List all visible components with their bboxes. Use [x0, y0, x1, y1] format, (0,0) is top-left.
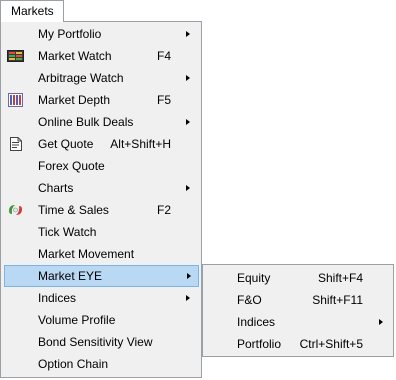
menu-item-label: Tick Watch — [38, 225, 97, 239]
menu-item-label: Time & Sales — [38, 203, 109, 217]
time-sales-icon — [7, 202, 25, 218]
menu-item-label: Online Bulk Deals — [38, 115, 134, 129]
get-quote-icon — [7, 136, 25, 152]
menu-item-label: Market Depth — [38, 93, 111, 107]
menu-item-charts[interactable]: Charts — [1, 177, 201, 199]
submenu-item-label: Equity — [237, 271, 271, 285]
market-eye-submenu: Equity Shift+F4 F&O Shift+F11 Indices Po… — [202, 264, 394, 357]
submenu-item-fno[interactable]: F&O Shift+F11 — [203, 289, 393, 311]
menu-item-arbitrage-watch[interactable]: Arbitrage Watch — [1, 67, 201, 89]
submenu-item-label: Indices — [237, 315, 276, 329]
menu-item-label: My Portfolio — [38, 27, 102, 41]
menu-item-shortcut: F4 — [156, 49, 171, 63]
menu-item-label: Volume Profile — [38, 313, 116, 327]
menu-item-market-watch[interactable]: Market Watch F4 — [1, 45, 201, 67]
submenu-arrow-icon — [187, 273, 191, 279]
market-depth-icon — [7, 92, 25, 108]
submenu-item-shortcut: Shift+F4 — [317, 271, 363, 285]
menu-item-volume-profile[interactable]: Volume Profile — [1, 309, 201, 331]
menu-item-label: Get Quote — [38, 137, 94, 151]
menu-markets[interactable]: Markets — [0, 0, 64, 22]
submenu-item-shortcut: Ctrl+Shift+5 — [299, 337, 363, 351]
menu-item-label: Market Movement — [38, 247, 135, 261]
submenu-item-label: Portfolio — [237, 337, 282, 351]
menu-item-label: Market Watch — [38, 49, 112, 63]
submenu-item-shortcut: Shift+F11 — [312, 293, 363, 307]
menu-item-label: Charts — [38, 181, 74, 195]
market-watch-icon — [7, 48, 25, 64]
menu-item-label: Bond Sensitivity View — [38, 335, 153, 349]
menu-item-shortcut: F5 — [156, 93, 171, 107]
markets-dropdown: My Portfolio Market Watch F4 Arbitrage W… — [0, 21, 202, 378]
menu-item-label: Forex Quote — [38, 159, 105, 173]
menu-item-option-chain[interactable]: Option Chain — [1, 353, 201, 375]
menu-item-market-eye[interactable]: Market EYE — [4, 265, 199, 287]
submenu-item-portfolio[interactable]: Portfolio Ctrl+Shift+5 — [203, 333, 393, 355]
menu-item-get-quote[interactable]: Get Quote Alt+Shift+H — [1, 133, 201, 155]
menu-item-forex-quote[interactable]: Forex Quote — [1, 155, 201, 177]
submenu-arrow-icon — [379, 319, 383, 325]
menu-item-market-depth[interactable]: Market Depth F5 — [1, 89, 201, 111]
submenu-item-indices[interactable]: Indices — [203, 311, 393, 333]
menu-item-my-portfolio[interactable]: My Portfolio — [1, 23, 201, 45]
menu-item-label: Market EYE — [38, 269, 103, 283]
menu-item-time-and-sales[interactable]: Time & Sales F2 — [1, 199, 201, 221]
menu-item-indices[interactable]: Indices — [1, 287, 201, 309]
menu-item-tick-watch[interactable]: Tick Watch — [1, 221, 201, 243]
submenu-arrow-icon — [186, 185, 190, 191]
menu-item-online-bulk-deals[interactable]: Online Bulk Deals — [1, 111, 201, 133]
submenu-item-label: F&O — [237, 293, 262, 307]
menu-item-shortcut: F2 — [156, 203, 171, 217]
menu-item-shortcut: Alt+Shift+H — [110, 137, 171, 151]
menu-item-label: Arbitrage Watch — [38, 71, 124, 85]
submenu-arrow-icon — [186, 295, 190, 301]
menu-item-bond-sensitivity-view[interactable]: Bond Sensitivity View — [1, 331, 201, 353]
submenu-arrow-icon — [186, 31, 190, 37]
menu-item-label: Option Chain — [38, 357, 109, 371]
menu-item-label: Indices — [38, 291, 77, 305]
menu-markets-label: Markets — [11, 4, 54, 18]
menu-item-market-movement[interactable]: Market Movement — [1, 243, 201, 265]
submenu-item-equity[interactable]: Equity Shift+F4 — [203, 267, 393, 289]
submenu-arrow-icon — [186, 119, 190, 125]
submenu-arrow-icon — [186, 75, 190, 81]
